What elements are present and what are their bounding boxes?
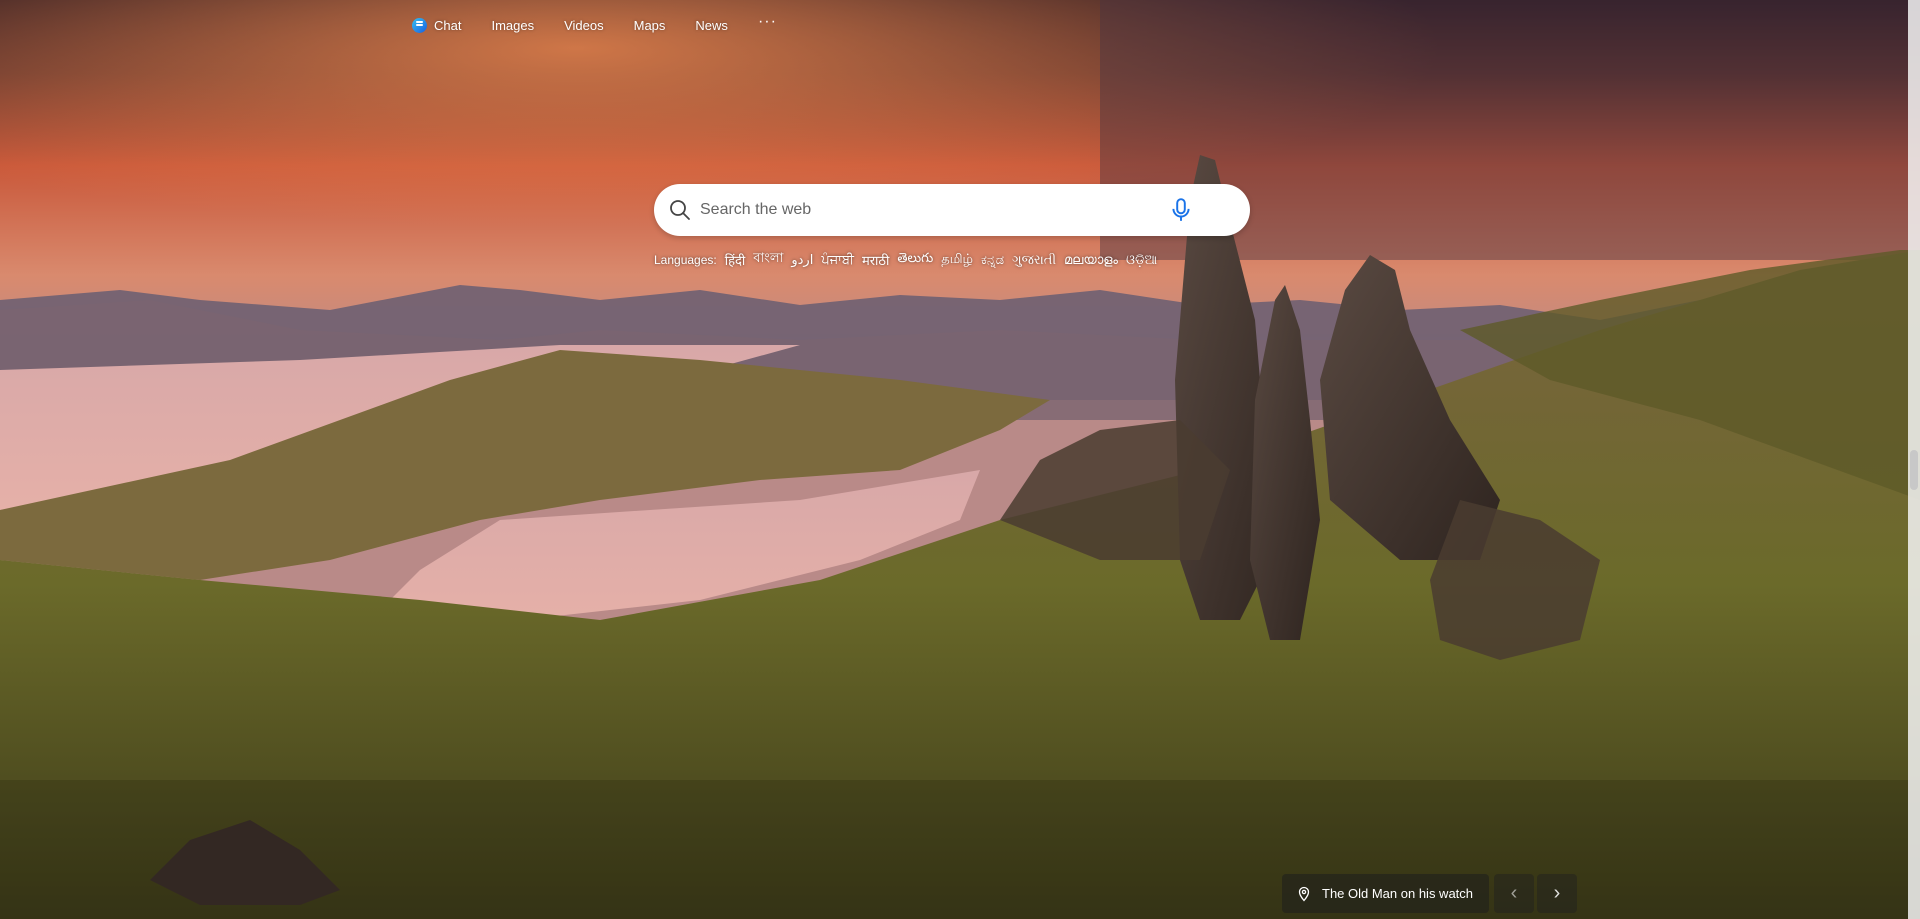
nav-news-label: News (695, 17, 728, 33)
nav-chat-label: Chat (434, 17, 462, 33)
more-menu-button[interactable]: ··· (758, 13, 777, 31)
chat-icon (412, 17, 427, 33)
languages-label: Languages: (654, 252, 717, 267)
next-image-button[interactable]: › (1537, 874, 1577, 913)
scrollbar-thumb[interactable] (1910, 450, 1918, 490)
language-link-gujarati[interactable]: ગુજરાતી (1012, 252, 1056, 268)
language-link-malayalam[interactable]: മലയാളം (1064, 252, 1118, 268)
language-link-telugu[interactable]: తెలుగు (897, 250, 933, 269)
nav-images-label: Images (491, 17, 535, 33)
nav-videos-label: Videos (564, 17, 604, 33)
language-link-urdu[interactable]: اردو (791, 252, 813, 268)
language-link-punjabi[interactable]: ਪੰਜਾਬੀ (821, 252, 854, 268)
image-info-button[interactable]: The Old Man on his watch (1282, 874, 1489, 913)
search-input[interactable] (698, 200, 1162, 220)
language-link-odia[interactable]: ଓଡ଼ିଆ (1126, 252, 1157, 268)
nav-chat[interactable]: Chat (412, 17, 462, 33)
search-icon[interactable] (668, 198, 692, 222)
nav-maps[interactable]: Maps (634, 18, 666, 33)
search-box[interactable] (654, 184, 1250, 236)
nav-news[interactable]: News (695, 18, 728, 33)
language-link-bangla[interactable]: বাংলা (753, 249, 783, 270)
background-landscape-image (0, 0, 1920, 919)
language-link-marathi[interactable]: मराठी (862, 251, 889, 269)
nav-videos[interactable]: Videos (564, 18, 604, 33)
previous-image-button[interactable]: ‹ (1494, 874, 1534, 913)
page: Chat Images Videos Maps News ··· Languag… (0, 0, 1920, 919)
language-link-tamil[interactable]: தமிழ் (941, 251, 973, 268)
image-title: The Old Man on his watch (1322, 886, 1474, 901)
nav-images[interactable]: Images (491, 18, 534, 33)
nav-maps-label: Maps (633, 17, 666, 33)
top-navigation: Chat Images Videos Maps News ··· (412, 13, 777, 36)
scrollbar[interactable] (1908, 0, 1920, 919)
language-link-hindi[interactable]: हिंदी (725, 251, 746, 269)
location-pin-icon (1298, 886, 1310, 901)
language-link-kannada[interactable]: ಕನ್ನಡ (981, 252, 1004, 268)
languages-bar: Languages: हिंदी বাংলা اردو ਪੰਜਾਬੀ मराठी… (654, 249, 1165, 270)
microphone-icon[interactable] (1168, 197, 1194, 223)
